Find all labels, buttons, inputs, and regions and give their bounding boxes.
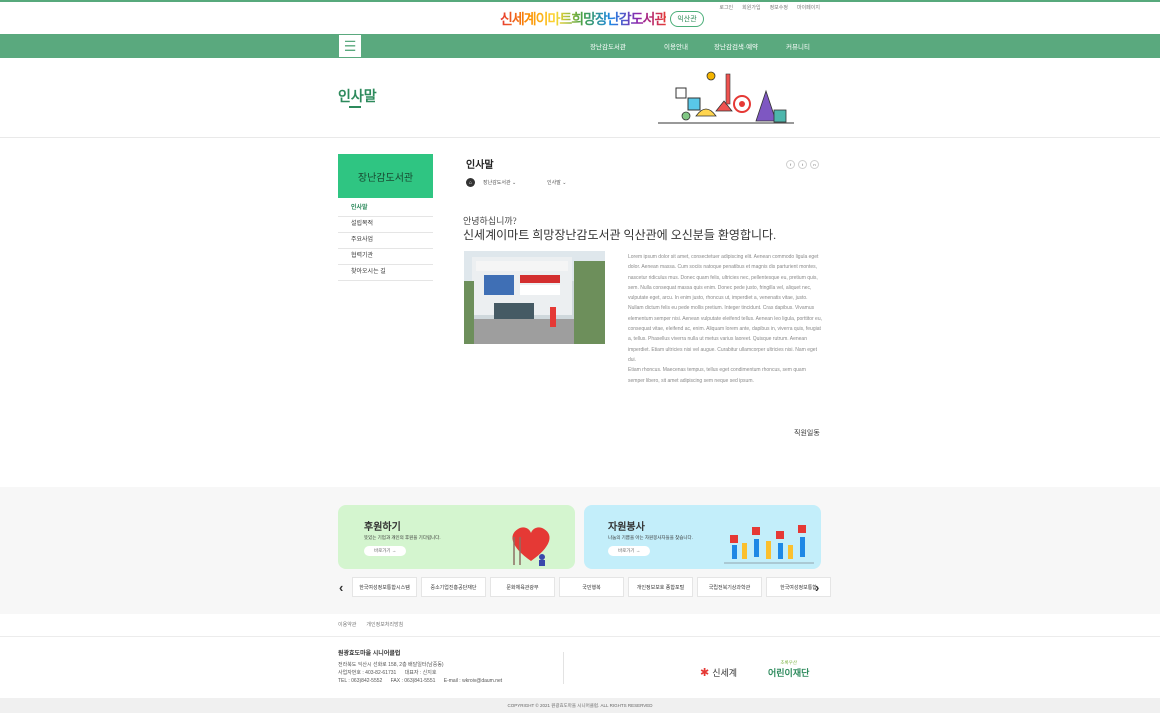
title-underline [349,106,361,108]
shinsegae-logo[interactable]: ✱ 신세계 [700,666,737,679]
partner-banner[interactable]: 중소기업진흥공단재단 [421,577,486,597]
top-accent-line [0,0,1160,2]
greeting-body: Lorem ipsum dolor sit amet, consectetuer… [628,252,822,386]
home-icon[interactable]: ⌂ [466,178,475,187]
nav-item-community[interactable]: 커뮤니티 [786,41,826,51]
volunteers-illustration [724,525,814,564]
breadcrumb-select-section[interactable]: 장난감도서관 ⌄ [483,179,547,186]
terms-link[interactable]: 이용약관 [338,621,356,628]
footer-links: 이용약관 개인정보처리방침 [338,621,403,628]
org-address: 전라북도 익산시 선화로 158, 2층 배달일터(남중동) [338,662,444,668]
utility-links: 로그인 회원가입 정보수정 마이페이지 [719,4,820,11]
partner-banner[interactable]: 한국여성정보통합시스템 [352,577,417,597]
content-title: 인사말 [466,160,494,171]
nav-item-guide[interactable]: 이용안내 [664,41,714,51]
partner-banner[interactable]: 문화체육관광부 [490,577,555,597]
logo-text: 신세계이마트희망장난감도서관 [500,11,667,27]
org-fax: FAX : 063)841-5551 [390,678,436,684]
donation-go-label: 바로가기 [374,548,391,553]
footer-vertical-divider [563,652,564,684]
shinsegae-label: 신세계 [712,668,738,678]
nav-item-search[interactable]: 장난감검색·예약 [714,41,786,51]
volunteer-go-label: 바로가기 [618,548,635,553]
nav-item-library[interactable]: 장난감도서관 [590,41,664,51]
org-email: E-mail : wkroiv@daum.net [443,678,503,684]
volunteer-card[interactable]: 자원봉사 나눔의 기쁨을 아는 자원봉사자들을 찾습니다. 바로가기 → [584,505,821,569]
org-rep: 대표자 : 신지호 [404,670,437,676]
signup-link[interactable]: 회원가입 [742,4,760,11]
donation-title: 후원하기 [364,522,401,533]
donation-desc: 뜻있는 기업과 개인의 후원을 기다립니다. [364,535,441,540]
flower-icon: ✱ [700,667,710,679]
sidebar-item-projects[interactable]: 주요사업 [338,233,433,249]
main-nav: 장난감도서관 이용안내 장난감검색·예약 커뮤니티 [590,34,826,58]
share-buttons: f t n [786,160,819,169]
partner-banner[interactable]: 국립전북기상과학관 [697,577,762,597]
greeting-headline: 신세계이마트 희망장난감도서관 익산관에 오신분들 환영합니다. [463,228,777,242]
hamburger-menu-icon[interactable]: ☰ [338,34,362,58]
copyright: COPYRIGHT © 2021 원광효도마을 시니어클럽. ALL RIGHT… [0,698,1160,713]
childfund-logo[interactable]: 초록우산 어린이재단 [768,660,809,679]
partners-next-icon[interactable]: › [815,580,819,595]
library-building-photo [464,251,605,344]
chevron-down-icon: ⌄ [512,180,517,186]
org-contact-line: TEL : 063)842-5552 FAX : 063)841-5551 E-… [338,677,502,685]
donation-card[interactable]: 후원하기 뜻있는 기업과 개인의 후원을 기다립니다. 바로가기 → [338,505,575,569]
volunteer-title: 자원봉사 [608,522,645,533]
org-tel: TEL : 063)842-5552 [338,678,383,684]
breadcrumb: ⌂ 장난감도서관 ⌄ 인사말 ⌄ [466,178,566,187]
org-reg-line: 사업자번호 : 403-82-61731 대표자 : 신지호 [338,669,502,677]
sidebar-item-directions[interactable]: 찾아오시는 길 [338,265,433,281]
twitter-icon[interactable]: t [798,160,807,169]
facebook-icon[interactable]: f [786,160,795,169]
chevron-down-icon: ⌄ [562,180,567,186]
sidebar-heading: 장난감도서관 [338,154,433,198]
naver-icon[interactable]: n [810,160,819,169]
signature: 직원일동 [794,429,820,437]
org-reg: 사업자번호 : 403-82-61731 [338,670,397,676]
site-logo[interactable]: 신세계이마트희망장난감도서관 익산관 [500,9,704,29]
partner-banner[interactable]: 한국여성정보통합 [766,577,831,597]
volunteer-desc: 나눔의 기쁨을 아는 자원봉사자들을 찾습니다. [608,535,693,540]
page-banner [0,58,1160,138]
breadcrumb-select-page[interactable]: 인사말 ⌄ [547,179,566,186]
toys-illustration [658,71,794,124]
sidebar-item-greeting[interactable]: 인사말 [338,201,433,217]
partner-banner[interactable]: 국민행복 [559,577,624,597]
greeting-body-text-2: Etiam rhoncus. Maecenas tempus, tellus e… [628,367,806,384]
partners-prev-icon[interactable]: ‹ [339,580,343,595]
breadcrumb-page-label: 인사말 [547,180,561,186]
org-name: 원광효도마을 시니어클럽 [338,651,401,657]
partner-banners: 한국여성정보통합시스템 중소기업진흥공단재단 문화체육관광부 국민행복 개인정보… [352,577,831,597]
footer-divider [0,636,1160,637]
page-title: 인사말 [338,88,377,104]
arrow-right-icon: → [635,548,641,553]
sidebar-item-purpose[interactable]: 설립목적 [338,217,433,233]
edit-info-link[interactable]: 정보수정 [770,4,788,11]
partner-banner[interactable]: 개인정보보호 종합포털 [628,577,693,597]
main-nav-bar [0,34,1160,58]
logo-badge: 익산관 [670,11,704,27]
privacy-link[interactable]: 개인정보처리방침 [366,621,403,628]
greeting-body-text: Lorem ipsum dolor sit amet, consectetuer… [628,254,823,363]
donation-go-button[interactable]: 바로가기 → [364,546,407,556]
breadcrumb-section-label: 장난감도서관 [483,180,511,186]
login-link[interactable]: 로그인 [719,4,733,11]
sidebar-item-partners[interactable]: 협력기관 [338,249,433,265]
volunteer-go-button[interactable]: 바로가기 → [608,546,651,556]
mypage-link[interactable]: 마이페이지 [797,4,820,11]
childfund-label: 어린이재단 [768,668,810,678]
footer-info: 원광효도마을 시니어클럽 전라북도 익산시 선화로 158, 2층 배달일터(남… [338,650,502,685]
arrow-right-icon: → [391,548,397,553]
sidebar-menu: 인사말 설립목적 주요사업 협력기관 찾아오시는 길 [338,201,433,281]
heart-illustration [512,527,550,566]
